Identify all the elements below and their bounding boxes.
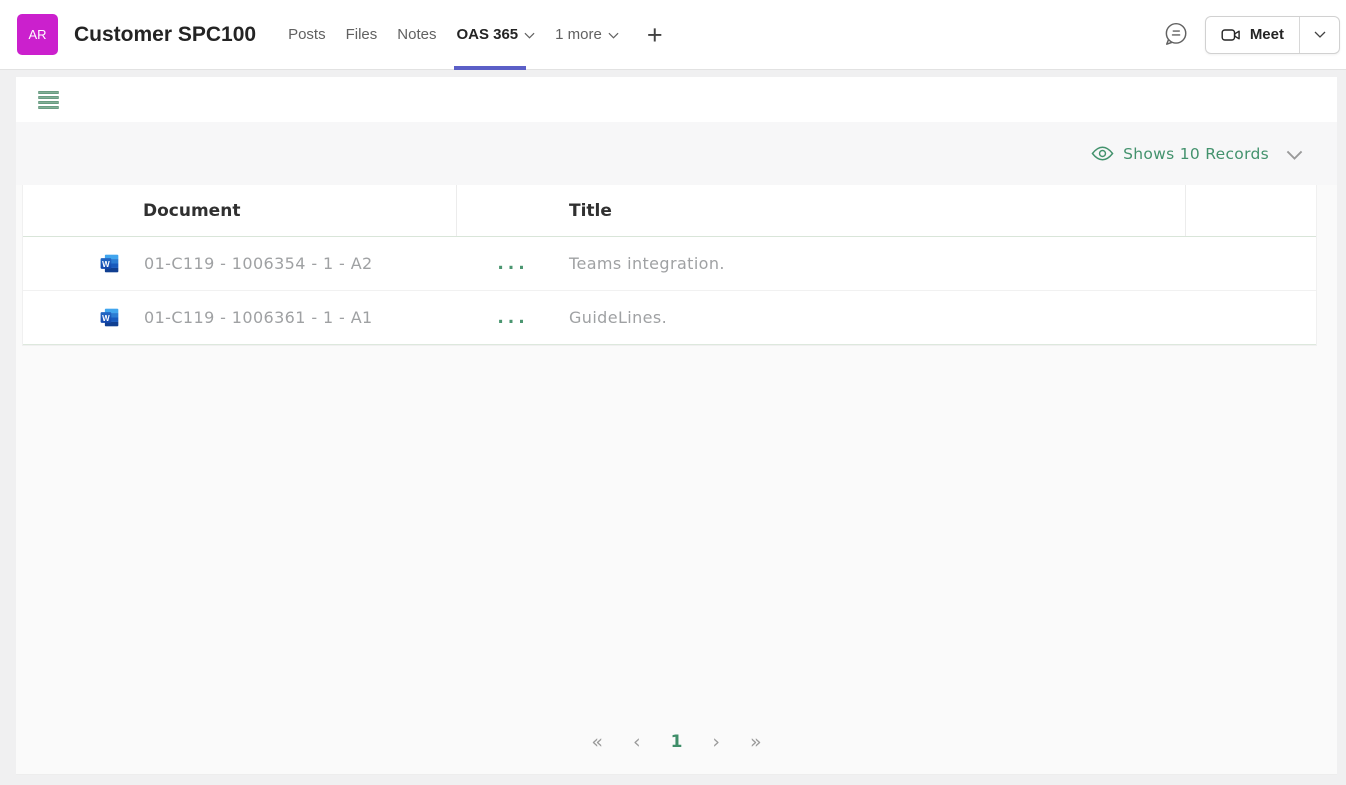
document-number-link[interactable]: 01-C119 - 1006354 - 1 - A2 [144, 254, 373, 273]
pagination-last-button[interactable]: » [750, 733, 762, 752]
pagination-current-page: 1 [671, 734, 683, 751]
document-cell: 01-C119 - 1006361 - 1 - A1 [23, 291, 457, 344]
add-tab-button[interactable]: + [647, 0, 663, 70]
empty-cell [1186, 237, 1316, 290]
channel-avatar[interactable]: AR [17, 14, 58, 55]
column-header-empty [1186, 185, 1316, 236]
teams-top-bar: AR Customer SPC100 Posts Files Notes OAS… [0, 0, 1346, 70]
top-bar-actions: Meet [1161, 16, 1340, 54]
eye-icon [1091, 146, 1114, 161]
records-count-label: Shows 10 Records [1123, 145, 1269, 163]
tab-label: Posts [288, 26, 326, 43]
document-number-link[interactable]: 01-C119 - 1006361 - 1 - A1 [144, 308, 373, 327]
documents-table: Document Title 01-C119 - 1006354 - 1 - A… [22, 185, 1317, 346]
tab-notes[interactable]: Notes [387, 0, 446, 70]
title-cell: GuideLines. [569, 291, 1186, 344]
tab-more[interactable]: 1 more [545, 0, 629, 70]
chevron-down-icon [1286, 150, 1303, 160]
pagination-previous-button[interactable]: ‹ [633, 733, 641, 752]
word-document-icon [100, 254, 119, 273]
oas365-tab-content: Shows 10 Records Document Title 01-C119 … [16, 77, 1337, 775]
column-header-document[interactable]: Document [23, 185, 457, 236]
empty-cell [1186, 291, 1316, 344]
document-title: Teams integration. [569, 254, 725, 273]
channel-title: Customer SPC100 [74, 23, 256, 47]
records-filter-dropdown[interactable]: Shows 10 Records [1091, 145, 1303, 163]
word-document-icon [100, 308, 119, 327]
chevron-down-icon [524, 32, 535, 39]
tab-bar: Posts Files Notes OAS 365 1 more [278, 0, 629, 70]
chevron-down-icon [1314, 31, 1326, 38]
app-header-strip [16, 77, 1337, 122]
row-more-options-button[interactable]: ... [457, 291, 569, 344]
tab-label: OAS 365 [456, 26, 518, 43]
pagination-first-button[interactable]: « [591, 733, 603, 752]
chat-icon[interactable] [1161, 20, 1191, 50]
title-cell: Teams integration. [569, 237, 1186, 290]
tab-label: Notes [397, 26, 436, 43]
pagination: « ‹ 1 › » [16, 733, 1337, 752]
meet-dropdown-button[interactable] [1300, 17, 1339, 53]
tab-posts[interactable]: Posts [278, 0, 336, 70]
document-title: GuideLines. [569, 308, 667, 327]
hamburger-menu-icon[interactable] [38, 91, 59, 109]
meet-button[interactable]: Meet [1206, 17, 1299, 53]
table-row[interactable]: 01-C119 - 1006354 - 1 - A2 ... Teams int… [23, 237, 1316, 291]
tab-oas-365[interactable]: OAS 365 [446, 0, 545, 70]
column-header-title[interactable]: Title [457, 185, 1186, 236]
meet-button-group: Meet [1205, 16, 1340, 54]
video-camera-icon [1221, 25, 1241, 45]
chevron-down-icon [608, 32, 619, 39]
pagination-next-button[interactable]: › [712, 733, 720, 752]
table-header-row: Document Title [23, 185, 1316, 237]
tab-label: Files [346, 26, 378, 43]
meet-button-label: Meet [1250, 26, 1284, 43]
document-cell: 01-C119 - 1006354 - 1 - A2 [23, 237, 457, 290]
row-more-options-button[interactable]: ... [457, 237, 569, 290]
tab-label: 1 more [555, 26, 602, 43]
list-toolbar: Shows 10 Records [16, 122, 1337, 185]
table-row[interactable]: 01-C119 - 1006361 - 1 - A1 ... GuideLine… [23, 291, 1316, 345]
tab-files[interactable]: Files [336, 0, 388, 70]
